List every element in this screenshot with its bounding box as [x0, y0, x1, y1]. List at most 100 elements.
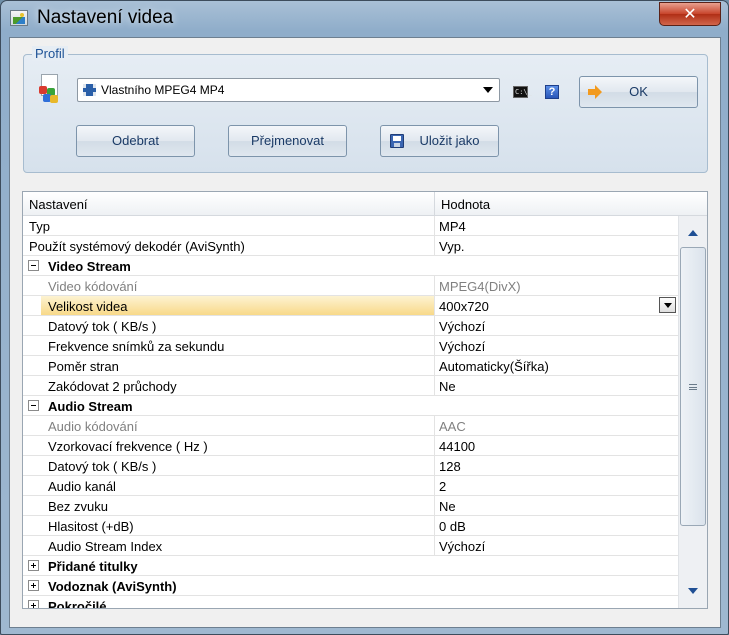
property-value[interactable]: 400x720: [434, 296, 678, 315]
vertical-scrollbar[interactable]: [678, 216, 707, 608]
property-value[interactable]: MPEG4(DivX): [434, 276, 678, 295]
property-value[interactable]: MP4: [434, 216, 678, 235]
picture-app-icon: [10, 10, 28, 26]
window-title: Nastavení videa: [37, 7, 174, 28]
property-value-text: Ne: [439, 379, 456, 394]
profile-dropdown-value: Vlastního MPEG4 MP4: [101, 83, 225, 97]
property-value[interactable]: Vyp.: [434, 236, 678, 255]
grid-row[interactable]: Poměr stran Automaticky(Šířka): [23, 356, 678, 376]
property-name: Audio kanál: [48, 479, 116, 494]
close-button[interactable]: ✕: [659, 2, 721, 26]
property-value[interactable]: Výchozí: [434, 316, 678, 335]
remove-button-label: Odebrat: [112, 133, 159, 148]
property-value-text: 44100: [439, 439, 476, 454]
property-value-text: 400x720: [439, 299, 489, 314]
grid-row[interactable]: Vzorkovací frekvence ( Hz ) 44100: [23, 436, 678, 456]
grid-row[interactable]: Bez zvuku Ne: [23, 496, 678, 516]
title-bar[interactable]: Nastavení videa ✕: [1, 1, 728, 37]
property-value[interactable]: Automaticky(Šířka): [434, 356, 678, 375]
dialog-window: Nastavení videa ✕ Profil Vlastního MPEG4…: [0, 0, 729, 635]
property-name: Typ: [29, 219, 50, 234]
property-value[interactable]: 0 dB: [434, 516, 678, 535]
property-value[interactable]: AAC: [434, 416, 678, 435]
save-as-button[interactable]: Uložit jako: [380, 125, 499, 157]
property-value-text: 128: [439, 459, 461, 474]
collapse-minus-icon[interactable]: [28, 260, 39, 271]
film-icon: [83, 84, 96, 96]
grid-row[interactable]: Audio Stream Index Výchozí: [23, 536, 678, 556]
expand-plus-icon[interactable]: [28, 580, 39, 591]
property-name: Vodoznak (AviSynth): [48, 579, 177, 594]
grid-rows: Typ MP4 Použít systémový dekodér (AviSynth…: [23, 216, 678, 609]
scroll-up-icon[interactable]: [688, 230, 698, 236]
grid-row[interactable]: Velikost videa 400x720: [23, 296, 678, 316]
grid-category-row[interactable]: Pokročilé: [23, 596, 678, 609]
floppy-disk-icon: [390, 134, 404, 148]
expand-plus-icon[interactable]: [28, 560, 39, 571]
grid-category-row[interactable]: Video Stream: [23, 256, 678, 276]
grid-row[interactable]: Audio kanál 2: [23, 476, 678, 496]
property-name: Audio Stream Index: [48, 539, 163, 554]
property-value[interactable]: 44100: [434, 436, 678, 455]
profile-dropdown[interactable]: Vlastního MPEG4 MP4: [77, 78, 500, 102]
property-name: Datový tok ( KB/s ): [48, 459, 157, 474]
grid-row[interactable]: Typ MP4: [23, 216, 678, 236]
property-name: Bez zvuku: [48, 499, 108, 514]
property-value[interactable]: Ne: [434, 376, 678, 395]
rename-button-label: Přejmenovat: [251, 133, 324, 148]
property-value[interactable]: Výchozí: [434, 336, 678, 355]
expand-plus-icon[interactable]: [28, 600, 39, 608]
column-header-value[interactable]: Hodnota: [434, 192, 490, 216]
property-name: Frekvence snímků za sekundu: [48, 339, 225, 354]
dropdown-arrow-icon[interactable]: [659, 297, 676, 313]
grid-row[interactable]: Datový tok ( KB/s ) 128: [23, 456, 678, 476]
property-name: Poměr stran: [48, 359, 119, 374]
property-value-text: Ne: [439, 499, 456, 514]
property-value-text: MPEG4(DivX): [439, 279, 521, 294]
grid-row[interactable]: Hlasitost (+dB) 0 dB: [23, 516, 678, 536]
grip-icon: [689, 384, 697, 390]
property-value[interactable]: 128: [434, 456, 678, 475]
property-value[interactable]: 2: [434, 476, 678, 495]
dialog-body: Profil Vlastního MPEG4 MP4 C:\_ ? OK Ode…: [9, 37, 721, 628]
grid-row[interactable]: Audio kódování AAC: [23, 416, 678, 436]
rename-button[interactable]: Přejmenovat: [228, 125, 347, 157]
profile-icon: [39, 74, 61, 104]
settings-grid: Nastavení Hodnota Typ MP4 Použít systémový…: [22, 191, 708, 609]
property-name: Vzorkovací frekvence ( Hz ): [48, 439, 208, 454]
column-header-name[interactable]: Nastavení: [29, 197, 88, 212]
property-name: Velikost videa: [48, 299, 128, 314]
property-value-text: 0 dB: [439, 519, 466, 534]
grid-row[interactable]: Zakódovat 2 průchody Ne: [23, 376, 678, 396]
grid-row[interactable]: Datový tok ( KB/s ) Výchozí: [23, 316, 678, 336]
scroll-down-icon[interactable]: [688, 588, 698, 594]
profile-group: Profil Vlastního MPEG4 MP4 C:\_ ? OK Ode…: [23, 46, 708, 173]
property-value-text: 2: [439, 479, 447, 494]
property-value[interactable]: Ne: [434, 496, 678, 515]
collapse-minus-icon[interactable]: [28, 400, 39, 411]
grid-category-row[interactable]: Vodoznak (AviSynth): [23, 576, 678, 596]
property-name: Pokročilé: [48, 599, 107, 609]
help-icon[interactable]: ?: [545, 85, 559, 99]
grid-row[interactable]: Použít systémový dekodér (AviSynth) Vyp.: [23, 236, 678, 256]
remove-button[interactable]: Odebrat: [76, 125, 195, 157]
property-name: Přidané titulky: [48, 559, 138, 574]
property-name: Video Stream: [48, 259, 131, 274]
command-prompt-icon[interactable]: C:\_: [513, 86, 532, 98]
property-value[interactable]: Výchozí: [434, 536, 678, 555]
ok-button[interactable]: OK: [579, 76, 698, 108]
scroll-thumb[interactable]: [680, 247, 706, 526]
grid-category-row[interactable]: Audio Stream: [23, 396, 678, 416]
property-name: Zakódovat 2 průchody: [48, 379, 177, 394]
property-value-text: Automaticky(Šířka): [439, 359, 549, 374]
grid-row[interactable]: Frekvence snímků za sekundu Výchozí: [23, 336, 678, 356]
grid-row[interactable]: Video kódování MPEG4(DivX): [23, 276, 678, 296]
property-name: Audio Stream: [48, 399, 133, 414]
property-value-text: AAC: [439, 419, 466, 434]
grid-header: Nastavení Hodnota: [23, 192, 707, 216]
close-icon: ✕: [683, 4, 697, 23]
property-name: Použít systémový dekodér (AviSynth): [29, 239, 245, 254]
grid-category-row[interactable]: Přidané titulky: [23, 556, 678, 576]
property-value-text: Výchozí: [439, 539, 486, 554]
property-name: Audio kódování: [48, 419, 138, 434]
